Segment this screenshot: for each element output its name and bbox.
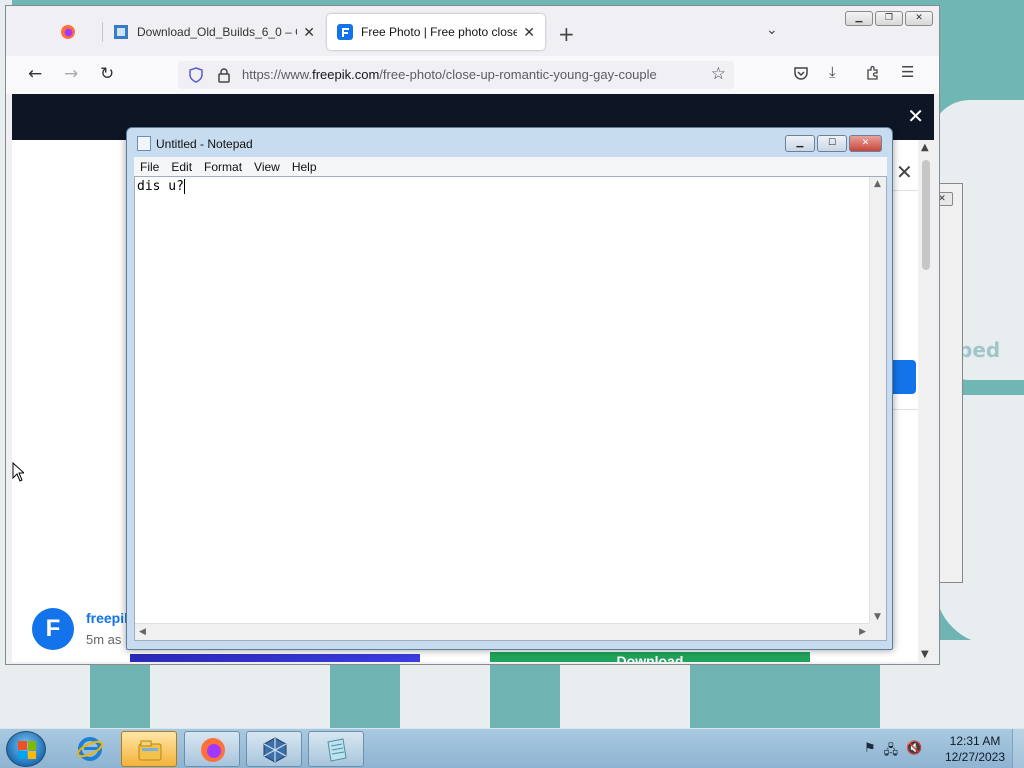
horizontal-scrollbar[interactable]: ◀ ▶ xyxy=(135,623,870,640)
restore-icon[interactable]: ❐ xyxy=(875,11,903,26)
page-scrollbar[interactable]: ▲ ▼ xyxy=(918,140,934,662)
author-assets: 5m as xyxy=(86,632,122,647)
volume-muted-icon[interactable]: 🔇 xyxy=(906,741,922,763)
notepad-content: dis u? xyxy=(137,179,184,194)
resize-grip-icon[interactable] xyxy=(869,623,886,640)
mouse-cursor-icon xyxy=(12,462,24,482)
tab-title: Free Photo | Free photo close-u xyxy=(361,25,518,39)
related-image[interactable] xyxy=(130,654,420,662)
taskbar-firefox[interactable] xyxy=(184,731,240,767)
tab-freepik[interactable]: Free Photo | Free photo close-u ✕ xyxy=(327,14,545,50)
clock-time: 12:31 AM xyxy=(949,734,1001,748)
modal-close-icon[interactable]: ✕ xyxy=(896,160,913,184)
maximize-icon[interactable]: ☐ xyxy=(817,135,847,152)
notepad-icon xyxy=(327,738,347,762)
notepad-titlebar[interactable]: Untitled - Notepad ▁ ☐ ✕ xyxy=(127,128,892,158)
clock[interactable]: 12:31 AM 12/27/2023 xyxy=(940,733,1010,765)
scroll-up-arrow-icon[interactable]: ▲ xyxy=(921,142,929,153)
hamburger-menu-icon[interactable]: ☰ xyxy=(901,63,914,81)
notepad-menubar: File Edit Format View Help xyxy=(134,157,887,176)
url-text[interactable]: https://www.freepik.com/free-photo/close… xyxy=(242,67,702,82)
site-icon xyxy=(114,25,128,39)
minimize-icon[interactable]: ▁ xyxy=(785,135,815,152)
notepad-text-area[interactable]: dis u? ▲ ▼ ◀ ▶ xyxy=(134,176,887,641)
scroll-down-arrow-icon[interactable]: ▼ xyxy=(874,612,881,622)
forward-arrow-icon[interactable]: → xyxy=(64,64,78,84)
text-caret xyxy=(183,179,185,194)
scroll-down-arrow-icon[interactable]: ▼ xyxy=(921,649,929,660)
close-icon[interactable]: ✕ xyxy=(905,11,933,26)
close-icon[interactable]: ✕ xyxy=(907,104,924,128)
taskbar-file-explorer[interactable] xyxy=(121,731,177,767)
scrollbar-thumb[interactable] xyxy=(922,160,930,270)
network-icon[interactable]: 🖧 xyxy=(884,741,899,763)
close-tab-icon[interactable]: ✕ xyxy=(303,24,315,41)
scroll-right-arrow-icon[interactable]: ▶ xyxy=(859,627,866,637)
tracking-protection-shield-icon[interactable] xyxy=(188,67,204,83)
windows-logo-icon xyxy=(18,741,36,759)
download-button[interactable]: Download xyxy=(490,652,810,662)
pocket-icon[interactable] xyxy=(793,65,809,81)
back-arrow-icon[interactable]: ← xyxy=(28,64,42,84)
taskbar-internet-explorer[interactable] xyxy=(62,731,118,767)
downloads-icon[interactable]: ⤓ xyxy=(829,63,836,81)
avatar[interactable]: F xyxy=(32,608,74,650)
menu-view[interactable]: View xyxy=(248,160,286,174)
wallpaper-text: ped xyxy=(958,338,1001,362)
tab-download-old-builds[interactable]: Download_Old_Builds_6_0 – Or ✕ xyxy=(103,14,325,50)
notepad-window-controls: ▁ ☐ ✕ xyxy=(785,135,882,152)
firefox-icon xyxy=(61,25,75,39)
freepik-icon xyxy=(337,24,353,40)
firefox-icon xyxy=(201,738,225,762)
taskbar-notepad[interactable] xyxy=(308,731,364,767)
virtualbox-icon xyxy=(263,737,287,763)
taskbar-virtualbox[interactable] xyxy=(246,731,302,767)
clock-date: 12/27/2023 xyxy=(944,750,1006,764)
tab-title: Download_Old_Builds_6_0 – Or xyxy=(137,25,298,39)
list-all-tabs-chevron-icon[interactable]: ⌄ xyxy=(766,22,778,38)
action-center-flag-icon[interactable]: ⚑ xyxy=(864,741,876,763)
minimize-icon[interactable]: ▁ xyxy=(845,11,873,26)
scroll-left-arrow-icon[interactable]: ◀ xyxy=(139,627,146,637)
close-icon[interactable]: ✕ xyxy=(849,135,882,152)
url-bar[interactable]: https://www.freepik.com/free-photo/close… xyxy=(178,61,734,89)
bookmark-star-icon[interactable]: ☆ xyxy=(711,64,726,84)
system-tray: ⚑ 🖧 🔇 xyxy=(864,741,922,763)
navigation-toolbar: ← → ↻ https://www.freepik.com/free-photo… xyxy=(6,56,939,94)
show-desktop-button[interactable] xyxy=(1012,729,1024,768)
close-tab-icon[interactable]: ✕ xyxy=(523,24,535,41)
blue-action-button[interactable] xyxy=(890,360,916,394)
start-button[interactable] xyxy=(6,731,46,767)
menu-edit[interactable]: Edit xyxy=(165,160,198,174)
notepad-title: Untitled - Notepad xyxy=(156,137,253,151)
tab-firefox-view[interactable] xyxy=(54,14,98,50)
tab-bar: Download_Old_Builds_6_0 – Or ✕ Free Phot… xyxy=(6,6,939,56)
notepad-icon xyxy=(137,136,151,151)
menu-file[interactable]: File xyxy=(134,160,165,174)
file-explorer-icon xyxy=(138,740,162,761)
reload-icon[interactable]: ↻ xyxy=(100,64,114,84)
menu-format[interactable]: Format xyxy=(198,160,248,174)
notepad-window: Untitled - Notepad ▁ ☐ ✕ File Edit Forma… xyxy=(126,127,893,650)
extensions-icon[interactable] xyxy=(865,65,881,81)
scroll-up-arrow-icon[interactable]: ▲ xyxy=(874,179,881,189)
lock-icon[interactable] xyxy=(216,67,232,83)
new-tab-icon[interactable]: + xyxy=(558,22,575,46)
taskbar: ⚑ 🖧 🔇 12:31 AM 12/27/2023 xyxy=(0,728,1024,768)
menu-help[interactable]: Help xyxy=(286,160,323,174)
window-controls: ▁ ❐ ✕ xyxy=(845,11,933,26)
internet-explorer-icon xyxy=(77,737,103,761)
vertical-scrollbar[interactable]: ▲ ▼ xyxy=(869,177,886,624)
